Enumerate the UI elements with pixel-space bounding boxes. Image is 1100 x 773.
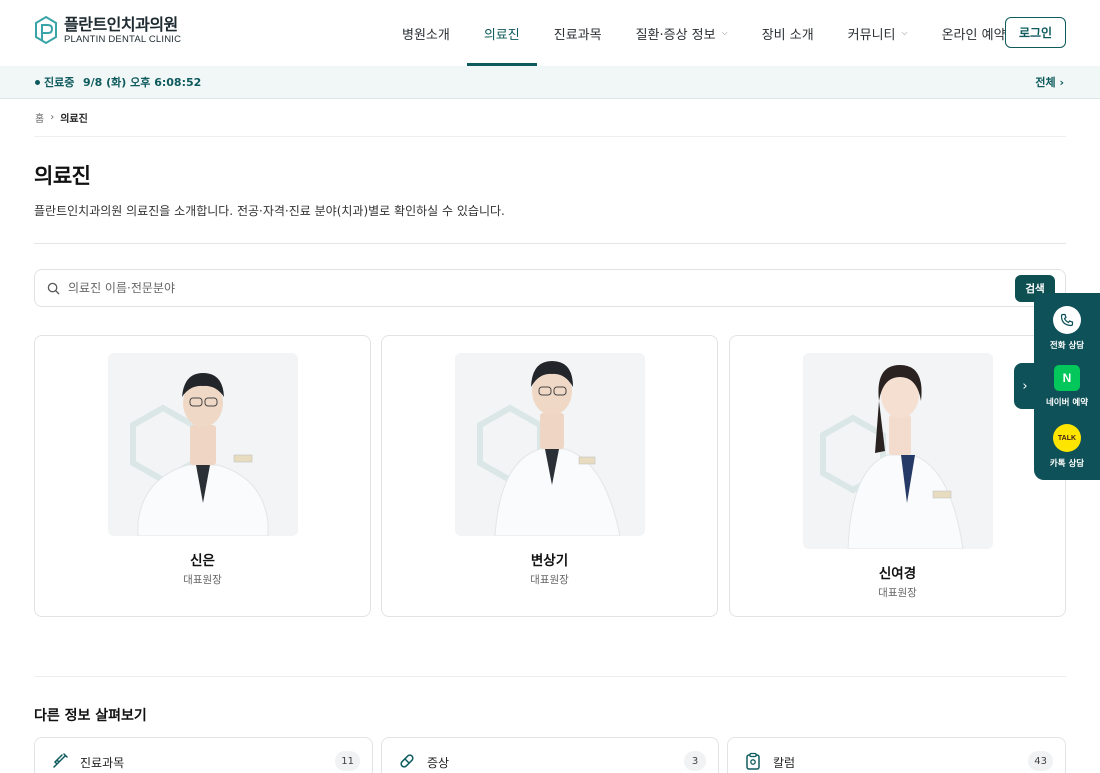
- kakao-talk-icon: TALK: [1053, 424, 1081, 452]
- floating-contact-panel: 전화 상담 N 네이버 예약 TALK 카톡 상담: [1034, 293, 1100, 480]
- status-all-link[interactable]: 전체 ›: [1035, 74, 1064, 90]
- clipboard-icon: [746, 752, 760, 770]
- logo[interactable]: 플란트인치과의원 PLANTIN DENTAL CLINIC: [34, 15, 181, 47]
- nav-label: 진료과목: [553, 27, 602, 43]
- divider: [34, 136, 1066, 137]
- breadcrumb: 홈 › 의료진: [35, 110, 88, 125]
- logo-name-en: PLANTIN DENTAL CLINIC: [64, 34, 182, 45]
- more-info-title: 다른 정보 살펴보기: [34, 708, 147, 724]
- main-nav: 병원소개 의료진 진료과목 질환·증상 정보 ⌵ 장비 소개 커뮤니티 ⌵ 온라인 …: [385, 0, 1023, 66]
- nav-diseases[interactable]: 질환·증상 정보 ⌵: [619, 0, 745, 66]
- nav-doctors[interactable]: 의료진: [466, 0, 537, 66]
- info-card-count: 11: [335, 751, 360, 771]
- search-input[interactable]: [68, 278, 968, 298]
- doctor-name: 신여경: [878, 566, 917, 582]
- doctor-card[interactable]: 신은 대표원장: [34, 335, 371, 617]
- page-description: 플란트인치과의원 의료진을 소개합니다. 전공·자격·진료 분야(치과)별로 확…: [34, 204, 505, 218]
- status-label: 진료중: [44, 76, 75, 89]
- clinic-status-bar: 진료중 9/8 (화) 오후 6:08:52 전체 ›: [0, 66, 1100, 99]
- status-datetime: 9/8 (화) 오후 6:08:52: [83, 76, 202, 89]
- naver-glyph: N: [1062, 371, 1072, 385]
- info-card-count: 3: [684, 751, 706, 771]
- nav-label: 장비 소개: [761, 27, 814, 43]
- side-item-label: 카톡 상담: [1049, 459, 1085, 469]
- search-icon: [47, 282, 60, 295]
- nav-label: 커뮤니티: [847, 27, 896, 43]
- chevron-down-icon: ⌵: [721, 28, 728, 37]
- info-card-columns[interactable]: 칼럼 43: [727, 737, 1066, 773]
- nav-label: 질환·증상 정보: [635, 27, 716, 43]
- doctor-name: 변상기: [530, 553, 569, 569]
- side-panel-toggle[interactable]: ›: [1014, 363, 1036, 409]
- nav-label: 온라인 예약: [941, 27, 1006, 43]
- doctor-card[interactable]: 변상기 대표원장: [381, 335, 718, 617]
- doctor-photo: [108, 353, 298, 536]
- side-kakao-consult[interactable]: TALK 카톡 상담: [1034, 424, 1100, 469]
- site-header: 플란트인치과의원 PLANTIN DENTAL CLINIC 병원소개 의료진 …: [0, 0, 1100, 66]
- doctor-title: 대표원장: [530, 574, 569, 586]
- pill-icon: [400, 754, 414, 768]
- side-naver-reservation[interactable]: N 네이버 예약: [1034, 365, 1100, 408]
- syringe-icon: [53, 753, 68, 768]
- login-button[interactable]: 로그인: [1005, 17, 1066, 48]
- doctor-photo: [803, 353, 993, 549]
- info-card-departments[interactable]: 진료과목 11: [34, 737, 373, 773]
- side-item-label: 네이버 예약: [1045, 398, 1089, 408]
- doctor-photo: [455, 353, 645, 536]
- divider: [34, 243, 1066, 244]
- nav-label: 병원소개: [402, 27, 450, 43]
- nav-label: 의료진: [483, 27, 520, 43]
- nav-equipment[interactable]: 장비 소개: [745, 0, 831, 66]
- nav-departments[interactable]: 진료과목: [537, 0, 619, 66]
- info-card-label: 진료과목: [80, 756, 125, 770]
- phone-icon: [1053, 306, 1081, 334]
- info-card-symptoms[interactable]: 증상 3: [381, 737, 719, 773]
- logo-mark-icon: [35, 15, 57, 45]
- status-dot-icon: [35, 80, 40, 85]
- nav-community[interactable]: 커뮤니티 ⌵: [831, 0, 925, 66]
- side-item-label: 전화 상담: [1049, 341, 1085, 351]
- naver-icon: N: [1054, 365, 1080, 391]
- info-card-label: 증상: [427, 756, 450, 770]
- doctor-name: 신은: [190, 553, 215, 569]
- breadcrumb-current: 의료진: [60, 114, 88, 125]
- logo-name-ko: 플란트인치과의원: [64, 15, 178, 34]
- doctor-search: 검색: [34, 269, 1066, 307]
- doctor-title: 대표원장: [878, 587, 917, 599]
- nav-about[interactable]: 병원소개: [385, 0, 467, 66]
- side-phone-consult[interactable]: 전화 상담: [1034, 306, 1100, 351]
- chevron-down-icon: ⌵: [901, 28, 908, 37]
- chevron-right-icon: ›: [1022, 378, 1028, 394]
- breadcrumb-separator: ›: [50, 112, 55, 123]
- info-card-label: 칼럼: [773, 756, 796, 770]
- kakao-glyph: TALK: [1057, 434, 1077, 442]
- divider: [34, 676, 1066, 677]
- breadcrumb-home[interactable]: 홈: [35, 110, 44, 125]
- doctor-title: 대표원장: [183, 574, 222, 586]
- info-card-count: 43: [1028, 751, 1053, 771]
- page-title: 의료진: [34, 164, 91, 188]
